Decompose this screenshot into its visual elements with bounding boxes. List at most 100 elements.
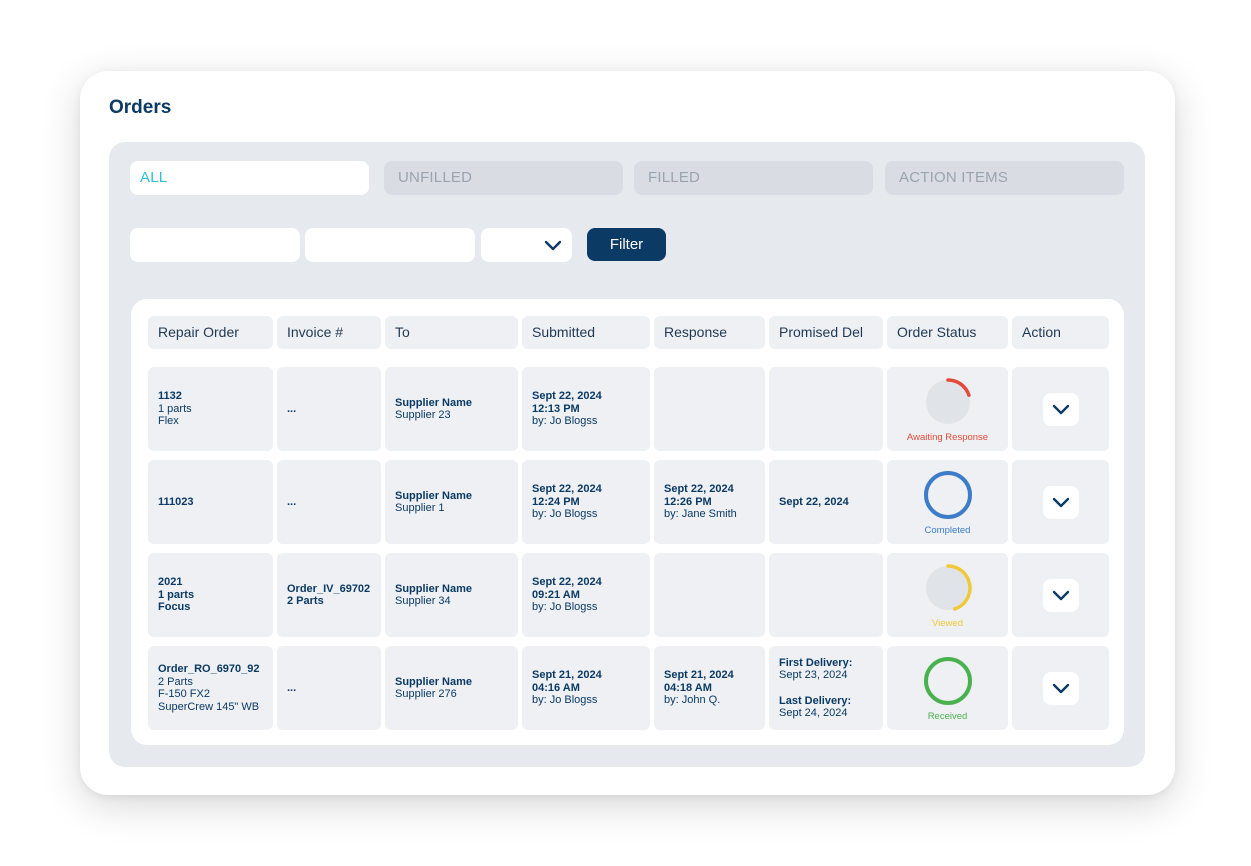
expand-row-button[interactable] — [1042, 578, 1079, 612]
supplier-label: Supplier Name — [395, 582, 473, 595]
submitted-by: by: Jo Blogss — [532, 694, 598, 707]
repair-order-cell: 111023 — [148, 460, 273, 544]
repair-order-cell: 1132 1 parts Flex — [148, 367, 273, 451]
last-delivery-date: Sept 24, 2024 — [779, 707, 848, 719]
to-cell: Supplier Name Supplier 23 — [385, 367, 518, 451]
column-header: Invoice # — [277, 316, 381, 349]
invoice-id: ... — [287, 402, 297, 415]
action-cell — [1012, 553, 1109, 637]
supplier-label: Supplier Name — [395, 675, 473, 688]
supplier-label: Supplier Name — [395, 489, 473, 502]
submitted-cell: Sept 22, 2024 09:21 AM by: Jo Blogss — [522, 553, 650, 637]
tab-action-items[interactable]: ACTION ITEMS — [885, 161, 1124, 195]
status-label: Completed — [924, 525, 971, 536]
column-header: Action — [1012, 316, 1109, 349]
repair-order-parts: 1 parts — [158, 588, 195, 601]
orders-table: Repair Order Invoice # To Submitted Resp… — [131, 299, 1124, 745]
supplier-name: Supplier 34 — [395, 595, 451, 607]
status-ring — [925, 378, 971, 424]
invoice-cell: ... — [277, 367, 381, 451]
response-time: 04:18 AM — [664, 681, 712, 694]
invoice-cell: ... — [277, 460, 381, 544]
status-ring — [923, 657, 972, 705]
status-label: Awaiting Response — [906, 432, 989, 443]
filter-input-1[interactable] — [130, 228, 300, 262]
filter-input-2[interactable] — [305, 228, 475, 262]
repair-order-model: Focus — [158, 601, 191, 614]
promised-cell — [769, 553, 883, 637]
status-label: Viewed — [932, 618, 963, 629]
submitted-time: 12:24 PM — [532, 495, 580, 508]
submitted-by: by: Jo Blogss — [532, 508, 598, 521]
column-header: Repair Order — [148, 316, 273, 349]
promised-cell: First Delivery: Sept 23, 2024 Last Deliv… — [769, 646, 883, 730]
promised-cell: Sept 22, 2024 — [769, 460, 883, 544]
repair-order-id: Order_RO_6970_92 — [158, 663, 260, 675]
chevron-down-icon — [1052, 683, 1069, 693]
repair-order-id: 111023 — [158, 495, 194, 508]
repair-order-parts: 2 Parts — [158, 675, 193, 688]
to-cell: Supplier Name Supplier 276 — [385, 646, 518, 730]
expand-row-button[interactable] — [1042, 485, 1079, 519]
repair-order-model-detail: SuperCrew 145" WB — [158, 700, 260, 713]
order-status-cell: Received — [887, 646, 1008, 730]
repair-order-id: 2021 — [158, 576, 183, 589]
last-delivery-label: Last Delivery: — [779, 694, 852, 707]
action-cell — [1012, 460, 1109, 544]
column-header: Promised Del — [769, 316, 883, 349]
filter-select[interactable] — [481, 228, 572, 262]
response-by: by: Jane Smith — [664, 508, 737, 521]
tab-filled[interactable]: FILLED — [634, 161, 873, 195]
promised-date: Sept 22, 2024 — [779, 495, 849, 508]
column-header: To — [385, 316, 518, 349]
first-delivery-date: Sept 23, 2024 — [779, 669, 848, 681]
to-cell: Supplier Name Supplier 1 — [385, 460, 518, 544]
repair-order-model: F-150 FX2 — [158, 688, 210, 700]
status-ring — [923, 471, 972, 519]
supplier-name: Supplier 1 — [395, 502, 445, 514]
column-header: Response — [654, 316, 765, 349]
submitted-cell: Sept 21, 2024 04:16 AM by: Jo Blogss — [522, 646, 650, 730]
submitted-time: 04:16 AM — [532, 681, 580, 694]
invoice-parts: 2 Parts — [287, 595, 324, 607]
order-status-cell: Viewed — [887, 553, 1008, 637]
chevron-down-icon — [1052, 590, 1069, 600]
submitted-cell: Sept 22, 2024 12:24 PM by: Jo Blogss — [522, 460, 650, 544]
orders-card: Orders ALL UNFILLED FILLED ACTION ITEMS … — [80, 71, 1175, 795]
supplier-label: Supplier Name — [395, 396, 473, 409]
repair-order-cell: 2021 1 parts Focus — [148, 553, 273, 637]
response-by: by: John Q. — [664, 694, 721, 707]
submitted-date: Sept 21, 2024 — [532, 669, 602, 682]
submitted-cell: Sept 22, 2024 12:13 PM by: Jo Blogss — [522, 367, 650, 451]
tab-unfilled[interactable]: UNFILLED — [384, 161, 623, 195]
orders-panel: ALL UNFILLED FILLED ACTION ITEMS Filter … — [109, 142, 1145, 767]
page-title: Orders — [109, 97, 172, 118]
invoice-cell: ... — [277, 646, 381, 730]
chevron-down-icon — [1052, 497, 1069, 507]
action-cell — [1012, 367, 1109, 451]
to-cell: Supplier Name Supplier 34 — [385, 553, 518, 637]
status-label: Received — [927, 711, 968, 722]
response-cell — [654, 553, 765, 637]
submitted-date: Sept 22, 2024 — [532, 576, 602, 589]
status-ring-full — [923, 471, 972, 519]
response-cell — [654, 367, 765, 451]
invoice-id: Order_IV_69702 — [287, 582, 371, 595]
repair-order-parts: 1 parts — [158, 402, 192, 415]
tab-all[interactable]: ALL — [130, 161, 369, 195]
expand-row-button[interactable] — [1042, 392, 1079, 426]
column-header: Submitted — [522, 316, 650, 349]
column-header: Order Status — [887, 316, 1008, 349]
chevron-down-icon — [1052, 404, 1069, 414]
invoice-id: ... — [287, 681, 297, 694]
response-date: Sept 22, 2024 — [664, 483, 734, 496]
repair-order-id: 1132 — [158, 390, 182, 403]
filter-button[interactable]: Filter — [587, 228, 666, 261]
first-delivery-label: First Delivery: — [779, 656, 853, 669]
status-ring-full — [923, 657, 972, 705]
submitted-by: by: Jo Blogss — [532, 415, 598, 428]
response-cell: Sept 21, 2024 04:18 AM by: John Q. — [654, 646, 765, 730]
expand-row-button[interactable] — [1042, 671, 1079, 705]
promised-cell — [769, 367, 883, 451]
